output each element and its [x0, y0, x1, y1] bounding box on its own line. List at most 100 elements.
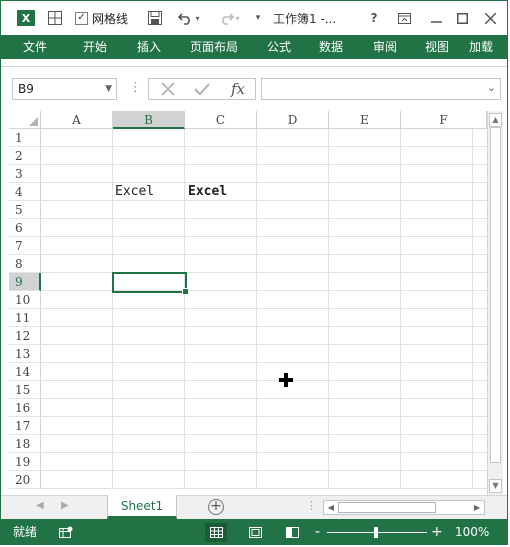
redo-icon[interactable]: ▾ — [213, 1, 245, 35]
zoom-in-icon[interactable]: + — [431, 519, 443, 544]
zoom-level[interactable]: 100% — [455, 519, 489, 544]
row-header-9[interactable]: 9 — [9, 273, 41, 291]
normal-view-icon[interactable] — [205, 523, 227, 542]
ribbon-tabs: 文件 开始 插入 页面布局 公式 数据 审阅 视图 加载 — [1, 35, 507, 59]
sheet-tab-sheet1[interactable]: Sheet1 — [107, 495, 177, 519]
horizontal-scroll-thumb[interactable] — [338, 502, 436, 513]
row-header-12[interactable]: 12 — [9, 327, 41, 345]
tab-addins[interactable]: 加载 — [469, 35, 507, 59]
excel-logo-icon: X — [17, 10, 35, 26]
tab-view[interactable]: 视图 — [415, 35, 459, 59]
column-header-b[interactable]: B — [113, 111, 185, 129]
scroll-down-arrow-icon[interactable]: ▼ — [489, 479, 502, 493]
add-sheet-icon[interactable]: + — [208, 499, 224, 515]
tab-insert[interactable]: 插入 — [127, 35, 171, 59]
expand-formula-icon[interactable]: ⌄ — [487, 81, 496, 94]
fill-handle[interactable] — [182, 288, 189, 295]
selected-cell-b9[interactable] — [112, 272, 189, 295]
row-header-2[interactable]: 2 — [9, 147, 41, 165]
vertical-scroll-thumb[interactable] — [490, 127, 501, 463]
row-header-20[interactable]: 20 — [9, 471, 41, 489]
close-icon[interactable] — [479, 1, 501, 35]
cell-area[interactable]: Excel Excel — [41, 129, 487, 489]
window-title: 工作簿1 -... — [273, 1, 343, 35]
minimize-icon[interactable] — [425, 1, 447, 35]
tab-data[interactable]: 数据 — [309, 35, 353, 59]
column-header-d[interactable]: D — [257, 111, 329, 129]
row-header-10[interactable]: 10 — [9, 291, 41, 309]
column-header-c[interactable]: C — [185, 111, 257, 129]
tab-split-handle-icon[interactable]: ⋮ — [306, 499, 317, 512]
scroll-right-arrow-icon[interactable]: ▶ — [471, 502, 483, 513]
status-mode: 就绪 — [13, 525, 38, 539]
zoom-out-icon[interactable]: - — [315, 519, 320, 544]
row-header-13[interactable]: 13 — [9, 345, 41, 363]
tab-review[interactable]: 审阅 — [363, 35, 407, 59]
insert-function-icon[interactable]: fx — [223, 79, 253, 99]
mouse-cursor-cross-icon — [279, 373, 293, 390]
gridlines-toggle[interactable]: ✓ 网格线 — [75, 1, 133, 35]
page-layout-view-icon[interactable] — [244, 523, 266, 542]
macro-record-icon[interactable] — [55, 523, 77, 542]
excel-logo[interactable]: X — [15, 1, 37, 35]
tab-formulas[interactable]: 公式 — [257, 35, 301, 59]
tab-file[interactable]: 文件 — [1, 35, 69, 59]
row-header-19[interactable]: 19 — [9, 453, 41, 471]
row-header-11[interactable]: 11 — [9, 309, 41, 327]
page-break-preview-icon[interactable] — [281, 523, 303, 542]
column-header-f[interactable]: F — [401, 111, 487, 129]
save-icon[interactable] — [145, 1, 165, 35]
row-header-4[interactable]: 4 — [9, 183, 41, 201]
name-box[interactable]: B9 ▼ — [12, 78, 117, 100]
horizontal-scrollbar[interactable]: ◀ ▶ — [323, 500, 485, 515]
row-header-17[interactable]: 17 — [9, 417, 41, 435]
column-header-a[interactable]: A — [41, 111, 113, 129]
tab-page-layout[interactable]: 页面布局 — [181, 35, 247, 59]
maximize-icon[interactable] — [451, 1, 473, 35]
gridlines-label: 网格线 — [92, 11, 129, 26]
help-glyph: ? — [370, 11, 378, 25]
sheet-prev-arrow-icon[interactable]: ◀ — [36, 500, 44, 511]
row-header-14[interactable]: 14 — [9, 363, 41, 381]
excel-window: X ✓ 网格线 ▾ ▾ ▾ 工作簿1 -... ? 文件 开始 插入 页面布局 … — [0, 0, 508, 545]
sheet-tab-bar: ◀ ▶ Sheet1 + ⋮ ◀ ▶ — [1, 495, 507, 519]
enter-check-icon[interactable] — [187, 79, 217, 99]
zoom-slider-knob[interactable] — [374, 527, 378, 538]
help-icon[interactable]: ? — [363, 1, 385, 35]
scroll-up-arrow-icon[interactable]: ▲ — [489, 113, 502, 127]
status-bar: 就绪 - + 100% — [1, 519, 507, 544]
cell-b4[interactable]: Excel — [115, 183, 154, 201]
row-header-8[interactable]: 8 — [9, 255, 41, 273]
scroll-left-arrow-icon[interactable]: ◀ — [325, 502, 337, 513]
undo-icon[interactable]: ▾ — [173, 1, 205, 35]
row-header-6[interactable]: 6 — [9, 219, 41, 237]
row-header-5[interactable]: 5 — [9, 201, 41, 219]
row-header-16[interactable]: 16 — [9, 399, 41, 417]
customize-qat-icon[interactable]: ▾ — [251, 1, 265, 35]
table-icon[interactable] — [45, 1, 65, 35]
column-header-e[interactable]: E — [329, 111, 401, 129]
select-all-corner[interactable] — [9, 111, 41, 129]
formula-bar: B9 ▼ ⋮ fx ⌄ — [1, 67, 507, 111]
tab-home[interactable]: 开始 — [73, 35, 117, 59]
row-header-18[interactable]: 18 — [9, 435, 41, 453]
sheet-next-arrow-icon[interactable]: ▶ — [61, 500, 69, 511]
row-header-1[interactable]: 1 — [9, 129, 41, 147]
formula-input[interactable]: ⌄ — [261, 78, 501, 100]
checkbox-checked-icon[interactable]: ✓ — [75, 11, 88, 25]
workbook-title: 工作簿1 -... — [273, 11, 337, 26]
ribbon-display-icon[interactable] — [393, 1, 415, 35]
name-box-value: B9 — [18, 82, 34, 96]
row-header-7[interactable]: 7 — [9, 237, 41, 255]
excel-logo-letter: X — [21, 11, 31, 25]
row-header-15[interactable]: 15 — [9, 381, 41, 399]
formula-buttons: fx — [148, 78, 256, 100]
resize-handle-icon[interactable]: ⋮ — [129, 80, 142, 95]
row-header-3[interactable]: 3 — [9, 165, 41, 183]
cancel-icon[interactable] — [153, 79, 183, 99]
vertical-scrollbar[interactable]: ▲ ▼ — [487, 111, 503, 495]
cell-c4[interactable]: Excel — [188, 183, 227, 201]
title-bar: X ✓ 网格线 ▾ ▾ ▾ 工作簿1 -... ? — [1, 1, 507, 35]
ribbon-collapsed-area — [1, 59, 507, 67]
chevron-down-icon[interactable]: ▼ — [105, 79, 112, 99]
